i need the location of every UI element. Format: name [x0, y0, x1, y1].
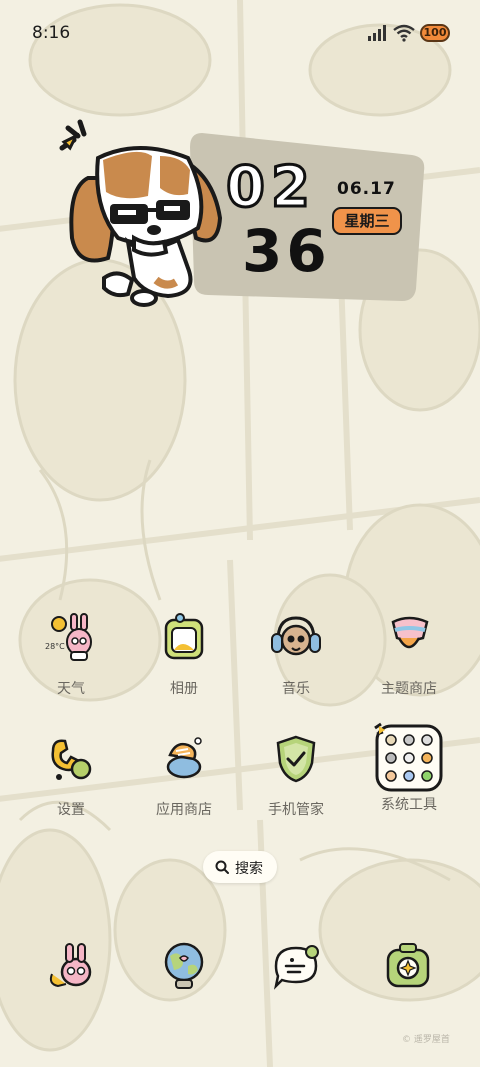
- app-app-store[interactable]: 应用商店: [134, 733, 234, 819]
- app-gallery[interactable]: 相册: [134, 612, 234, 698]
- signal-icon: [368, 25, 386, 41]
- camera-icon[interactable]: [380, 938, 436, 994]
- gallery-icon: [164, 613, 204, 660]
- clock-weekday: 星期三: [332, 207, 402, 235]
- status-bar: 8:16 100: [0, 0, 480, 68]
- music-icon: [271, 616, 321, 656]
- app-system-tools[interactable]: 系统工具: [359, 722, 459, 814]
- settings-icon: [51, 739, 92, 780]
- search-button[interactable]: 搜索: [203, 851, 277, 883]
- battery-icon: 100: [420, 24, 450, 42]
- messages-icon[interactable]: [268, 938, 324, 994]
- weather-icon: [51, 613, 92, 661]
- battery-level: 100: [423, 26, 447, 39]
- app-label: 设置: [57, 802, 85, 818]
- browser-icon[interactable]: [156, 938, 212, 994]
- system-tools-icon: [374, 722, 443, 792]
- app-theme-store[interactable]: 主题商店: [359, 612, 459, 698]
- dog-mascot-illustration: [59, 119, 223, 307]
- search-icon: [215, 860, 229, 874]
- app-music[interactable]: 音乐: [246, 612, 346, 698]
- weather-temperature: 28°C: [45, 642, 65, 651]
- app-weather[interactable]: 天气: [21, 612, 121, 698]
- clock-minutes: 36: [242, 217, 331, 285]
- app-label: 系统工具: [381, 797, 437, 813]
- app-label: 音乐: [282, 681, 310, 697]
- app-store-icon: [166, 737, 202, 779]
- watermark: © 遥罗屋首: [402, 1035, 450, 1045]
- theme-store-icon: [391, 616, 429, 649]
- app-phone-manager[interactable]: 手机管家: [246, 733, 346, 819]
- clock-date: 06.17: [337, 179, 396, 199]
- clock-hours: 02: [225, 154, 316, 222]
- app-label: 应用商店: [156, 802, 212, 818]
- app-settings[interactable]: 设置: [21, 733, 121, 819]
- app-label: 手机管家: [268, 802, 324, 818]
- app-label: 相册: [170, 681, 198, 697]
- search-label: 搜索: [235, 861, 263, 877]
- status-time: 8:16: [32, 23, 71, 43]
- app-label: 天气: [57, 681, 85, 697]
- wifi-icon: [393, 24, 415, 42]
- phone-manager-icon: [276, 735, 316, 783]
- phone-icon[interactable]: [44, 938, 100, 994]
- app-label: 主题商店: [381, 681, 437, 697]
